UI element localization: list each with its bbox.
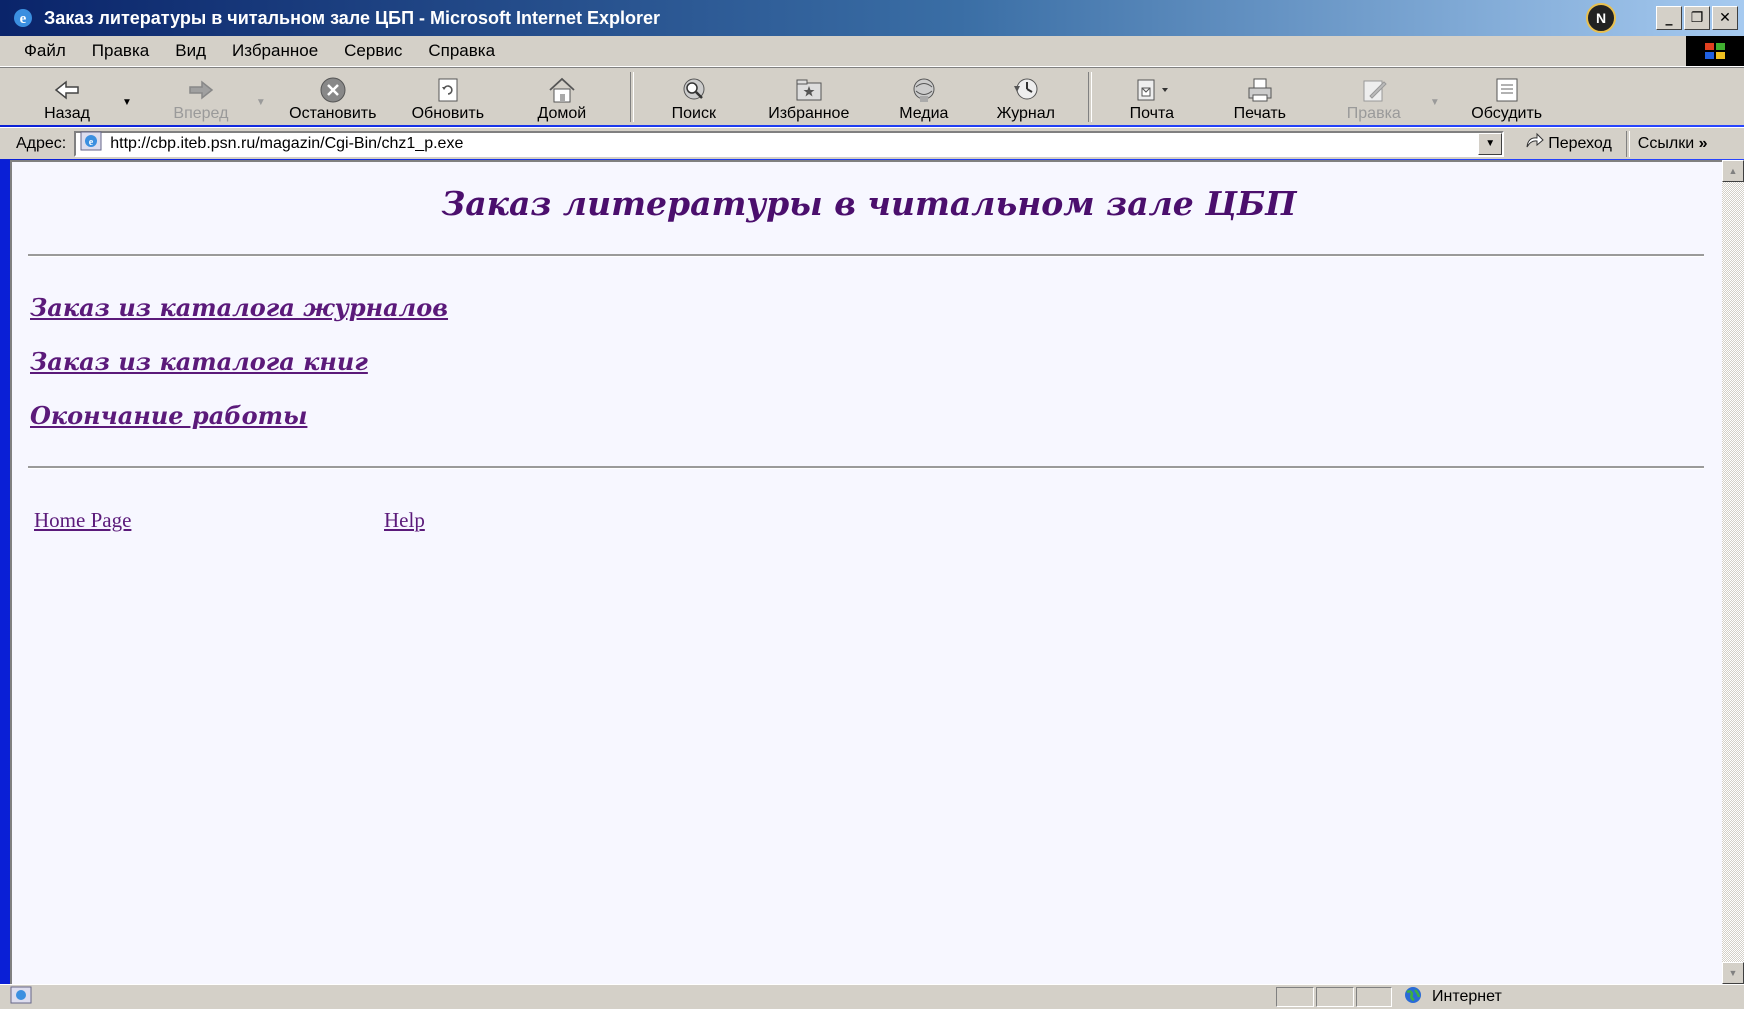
close-button[interactable]: ✕ bbox=[1712, 6, 1738, 30]
edit-dropdown-icon[interactable]: ▼ bbox=[1430, 69, 1440, 125]
page-content: Заказ литературы в читальном зале ЦБП За… bbox=[10, 160, 1724, 984]
favorites-icon bbox=[793, 75, 825, 105]
forward-arrow-icon bbox=[186, 75, 216, 105]
toolbar: Назад ▼ Вперед ▼ Остановить Обновить Дом… bbox=[0, 67, 1744, 125]
refresh-button[interactable]: Обновить bbox=[392, 69, 504, 125]
address-label: Адрес: bbox=[16, 134, 67, 152]
search-icon bbox=[678, 75, 710, 105]
browser-window: e Заказ литературы в читальном зале ЦБП … bbox=[0, 0, 1744, 1009]
home-icon bbox=[546, 75, 578, 105]
chevron-right-icon: » bbox=[1698, 134, 1708, 152]
print-button[interactable]: Печать bbox=[1202, 69, 1318, 125]
links-label: Ссылки bbox=[1637, 134, 1695, 152]
forward-dropdown-icon[interactable]: ▼ bbox=[256, 69, 266, 125]
links-separator bbox=[1625, 130, 1630, 157]
favorites-button[interactable]: Избранное bbox=[744, 69, 874, 125]
status-pane bbox=[1316, 987, 1354, 1007]
window-title: Заказ литературы в читальном зале ЦБП - … bbox=[44, 7, 661, 28]
minimize-button[interactable]: _ bbox=[1656, 6, 1682, 30]
discuss-button[interactable]: Обсудить bbox=[1450, 69, 1564, 125]
back-arrow-icon bbox=[52, 75, 82, 105]
svg-text:e: e bbox=[89, 137, 94, 148]
media-icon bbox=[908, 75, 940, 105]
toolbar-separator bbox=[1087, 71, 1092, 122]
history-icon bbox=[1010, 75, 1042, 105]
mail-button[interactable]: Почта bbox=[1102, 69, 1202, 125]
refresh-icon bbox=[433, 75, 463, 105]
forward-button[interactable]: Вперед bbox=[146, 69, 256, 125]
address-input[interactable]: e http://cbp.iteb.psn.ru/magazin/Cgi-Bin… bbox=[74, 130, 1505, 157]
security-zone: Интернет bbox=[1394, 986, 1744, 1009]
order-menu: Заказ из каталога журналов Заказ из ката… bbox=[30, 292, 448, 454]
books-catalog-link[interactable]: Заказ из каталога книг bbox=[30, 346, 448, 378]
discuss-icon bbox=[1491, 75, 1523, 105]
address-bar: Адрес: e http://cbp.iteb.psn.ru/magazin/… bbox=[0, 127, 1744, 159]
page-status-icon bbox=[10, 986, 32, 1009]
search-button[interactable]: Поиск bbox=[644, 69, 744, 125]
menu-favorites[interactable]: Избранное bbox=[232, 41, 318, 61]
go-label: Переход bbox=[1548, 134, 1612, 152]
home-page-link[interactable]: Home Page bbox=[34, 508, 131, 533]
horizontal-rule bbox=[28, 254, 1704, 257]
stop-button[interactable]: Остановить bbox=[274, 69, 392, 125]
vertical-scrollbar[interactable]: ▲ ▼ bbox=[1722, 160, 1744, 984]
menu-tools[interactable]: Сервис bbox=[344, 41, 402, 61]
horizontal-rule bbox=[28, 466, 1704, 469]
scroll-down-button[interactable]: ▼ bbox=[1722, 962, 1744, 984]
maximize-button[interactable]: ❐ bbox=[1684, 6, 1710, 30]
globe-icon bbox=[1402, 986, 1424, 1009]
zone-label: Интернет bbox=[1432, 988, 1502, 1005]
finish-work-link[interactable]: Окончание работы bbox=[30, 400, 448, 432]
scroll-up-button[interactable]: ▲ bbox=[1722, 160, 1744, 182]
menu-view[interactable]: Вид bbox=[175, 41, 206, 61]
svg-text:e: e bbox=[20, 11, 27, 27]
activity-logo-icon: N bbox=[1586, 3, 1616, 33]
print-icon bbox=[1244, 75, 1276, 105]
media-button[interactable]: Медиа bbox=[874, 69, 974, 125]
back-dropdown-icon[interactable]: ▼ bbox=[122, 69, 132, 125]
back-button[interactable]: Назад bbox=[12, 69, 122, 125]
links-button[interactable]: Ссылки » bbox=[1638, 135, 1708, 153]
edit-icon bbox=[1358, 75, 1390, 105]
edit-button[interactable]: Правка bbox=[1318, 69, 1430, 125]
address-dropdown-button[interactable]: ▼ bbox=[1478, 132, 1503, 155]
status-pane bbox=[1356, 987, 1392, 1007]
title-bar: e Заказ литературы в читальном зале ЦБП … bbox=[0, 0, 1744, 36]
address-url: http://cbp.iteb.psn.ru/magazin/Cgi-Bin/c… bbox=[110, 134, 464, 152]
home-button[interactable]: Домой bbox=[504, 69, 620, 125]
status-pane bbox=[1276, 987, 1314, 1007]
go-button[interactable]: Переход bbox=[1524, 132, 1612, 155]
windows-flag-icon bbox=[1686, 36, 1744, 66]
page-heading: Заказ литературы в читальном зале ЦБП bbox=[441, 184, 1297, 223]
menu-edit[interactable]: Правка bbox=[92, 41, 149, 61]
menu-file[interactable]: Файл bbox=[24, 41, 66, 61]
stop-icon bbox=[318, 75, 348, 105]
status-bar: Интернет bbox=[0, 984, 1744, 1009]
ie-page-icon: e bbox=[80, 131, 102, 156]
help-link[interactable]: Help bbox=[384, 508, 425, 533]
journals-catalog-link[interactable]: Заказ из каталога журналов bbox=[30, 292, 448, 324]
history-button[interactable]: Журнал bbox=[974, 69, 1078, 125]
menu-bar: Файл Правка Вид Избранное Сервис Справка bbox=[0, 36, 1744, 67]
menu-help[interactable]: Справка bbox=[428, 41, 495, 61]
toolbar-separator bbox=[629, 71, 634, 122]
ie-logo-icon: e bbox=[10, 5, 36, 31]
go-arrow-icon bbox=[1524, 132, 1544, 155]
mail-icon bbox=[1132, 75, 1172, 105]
